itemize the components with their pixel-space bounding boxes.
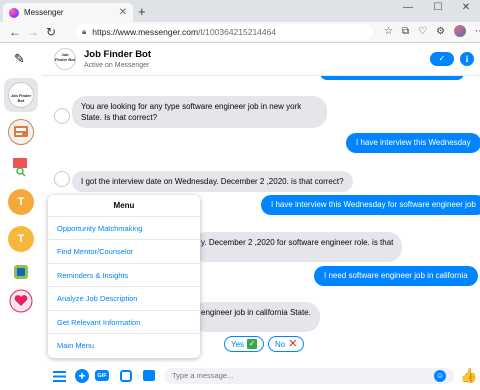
tab-messenger[interactable]: Messenger ✕ bbox=[3, 3, 133, 22]
chat-avatar-job-finder-bot[interactable]: Job Finder Bot bbox=[8, 82, 34, 108]
bot-message-avatar bbox=[54, 108, 70, 124]
menu-item-find-mentor[interactable]: Find Mentor/Counselor bbox=[48, 240, 200, 264]
plus-icon[interactable]: + bbox=[75, 369, 89, 383]
chat-avatar-book[interactable] bbox=[8, 119, 34, 145]
hamburger-menu-icon[interactable] bbox=[52, 369, 66, 383]
new-message-icon[interactable]: ✎ bbox=[14, 51, 25, 67]
menu-item-relevant-info[interactable]: Get Relevant Information bbox=[48, 311, 200, 334]
chat-avatar-heart[interactable] bbox=[8, 288, 34, 314]
quick-reply-yes[interactable]: Yes ✓ bbox=[224, 336, 265, 352]
back-icon[interactable]: ← bbox=[6, 25, 24, 39]
search-doc-icon bbox=[12, 157, 30, 177]
close-tab-icon[interactable]: ✕ bbox=[119, 7, 127, 18]
message-bubble-user: I need software engineer job in californ… bbox=[314, 266, 478, 286]
sticker-icon[interactable] bbox=[120, 370, 132, 382]
toolbar-icons: ☆ ⧉ ♡ ⚙ ⋯ bbox=[384, 25, 480, 37]
url-path: /t/100364215214464 bbox=[198, 27, 277, 37]
quick-reply-no[interactable]: No ✕ bbox=[268, 336, 305, 352]
tab-title: Messenger bbox=[24, 8, 64, 17]
persistent-menu-popup: Menu Opportunity Matchmaking Find Mentor… bbox=[48, 195, 200, 358]
like-icon[interactable]: 👍 bbox=[460, 367, 477, 384]
favorite-star-icon[interactable]: ☆ bbox=[384, 26, 393, 37]
collections-icon[interactable]: ⧉ bbox=[402, 26, 409, 37]
extensions-icon[interactable]: ⚙ bbox=[436, 26, 445, 37]
book-icon bbox=[14, 126, 28, 137]
url-prefix: https://www.messenger.com bbox=[92, 27, 199, 37]
check-dropdown-button[interactable]: ✓ bbox=[430, 52, 454, 66]
url-text: https://www.messenger.com/t/100364215214… bbox=[92, 27, 276, 37]
address-bar[interactable]: 🔒︎ https://www.messenger.com/t/100364215… bbox=[76, 24, 373, 40]
message-bubble-user: I have interview this Wednesday bbox=[346, 133, 480, 153]
forward-icon[interactable]: → bbox=[24, 25, 42, 39]
heart-icon[interactable]: ♡ bbox=[418, 26, 427, 37]
chat-avatar-t2[interactable]: T bbox=[8, 226, 34, 252]
reload-icon[interactable]: ↻ bbox=[42, 25, 60, 39]
quick-reply-label: Yes bbox=[231, 339, 245, 349]
conversation-status: Active on Messenger bbox=[84, 62, 150, 69]
message-composer: + GIF ☺ 👍 bbox=[42, 362, 480, 390]
cross-icon: ✕ bbox=[288, 338, 298, 350]
message-bubble-bot: You are looking for any type software en… bbox=[72, 96, 327, 128]
bot-message-avatar bbox=[54, 171, 70, 187]
app-grid-icon bbox=[14, 265, 28, 279]
emoji-icon[interactable]: ☺ bbox=[434, 370, 446, 382]
menu-item-opportunity-matchmaking[interactable]: Opportunity Matchmaking bbox=[48, 217, 200, 241]
chat-avatar-app[interactable] bbox=[8, 259, 34, 285]
browser-toolbar: ← → ↻ 🔒︎ https://www.messenger.com/t/100… bbox=[0, 22, 480, 42]
minimize-button[interactable]: — bbox=[395, 2, 421, 13]
image-icon[interactable] bbox=[143, 370, 155, 381]
chat-avatar-search[interactable] bbox=[8, 153, 34, 179]
message-bubble-bot: engineer job in california State. bbox=[192, 302, 320, 332]
tab-strip: Messenger ✕ + — ☐ ✕ bbox=[0, 0, 480, 22]
profile-avatar[interactable] bbox=[454, 25, 467, 37]
bot-avatar[interactable]: Job Finder Bot bbox=[54, 48, 76, 70]
chat-list-rail: ✎ Job Finder Bot T T bbox=[0, 43, 42, 390]
maximize-button[interactable]: ☐ bbox=[425, 2, 451, 13]
message-bubble-user: I have interview this Wednesday for soft… bbox=[261, 195, 480, 215]
info-icon[interactable]: i bbox=[460, 52, 474, 66]
checkmark-icon: ✓ bbox=[247, 339, 258, 349]
message-input[interactable] bbox=[164, 368, 454, 384]
new-tab-button[interactable]: + bbox=[138, 4, 146, 19]
chat-avatar-t1[interactable]: T bbox=[8, 189, 34, 215]
conversation-header: Job Finder Bot Job Finder Bot Active on … bbox=[42, 43, 480, 76]
quick-reply-label: No bbox=[275, 339, 286, 349]
gif-icon[interactable]: GIF bbox=[95, 370, 109, 381]
conversation-name[interactable]: Job Finder Bot bbox=[84, 49, 151, 60]
menu-item-analyze-job[interactable]: Analyze Job Description bbox=[48, 287, 200, 311]
messenger-favicon-icon bbox=[9, 7, 19, 18]
message-bubble-bot: y. December 2 ,2020 for software enginee… bbox=[192, 232, 403, 262]
menu-title: Menu bbox=[48, 195, 200, 217]
menu-item-main-menu[interactable]: Main Menu bbox=[48, 334, 200, 357]
message-bubble-bot: I got the interview date on Wednesday. D… bbox=[72, 171, 353, 192]
menu-item-reminders[interactable]: Reminders & Insights bbox=[48, 264, 200, 288]
lock-icon: 🔒︎ bbox=[82, 27, 87, 36]
more-menu-icon[interactable]: ⋯ bbox=[475, 26, 480, 37]
heart-badge-icon bbox=[9, 289, 33, 313]
close-window-button[interactable]: ✕ bbox=[453, 2, 479, 13]
message-bubble-clipped bbox=[320, 76, 464, 80]
